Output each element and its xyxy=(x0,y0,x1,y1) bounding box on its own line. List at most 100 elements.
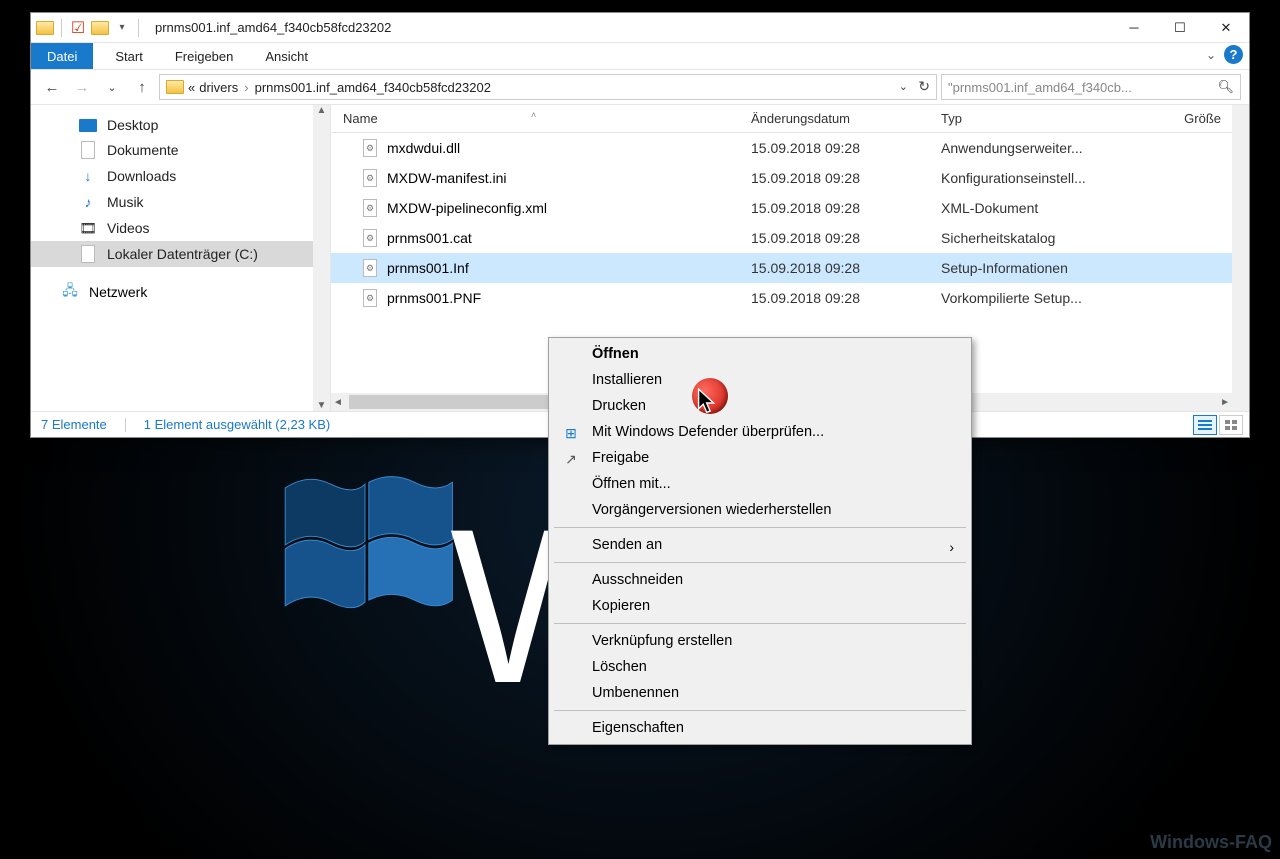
window-title: prnms001.inf_amd64_f340cb58fcd23202 xyxy=(147,20,391,35)
column-type[interactable]: Typ xyxy=(941,111,1156,126)
sidebar-item-localdisk[interactable]: Lokaler Datenträger (C:) xyxy=(31,241,330,267)
close-button[interactable]: ✕ xyxy=(1203,13,1249,43)
sidebar-item-network[interactable]: 🖧Netzwerk xyxy=(31,279,330,305)
ctx-defender[interactable]: ⊞Mit Windows Defender überprüfen... xyxy=(552,419,968,445)
nav-sidebar: Desktop Dokumente ↓Downloads ♪Musik 🎞Vid… xyxy=(31,105,331,411)
tab-share[interactable]: Freigeben xyxy=(159,43,250,69)
nav-recent-button[interactable]: ⌄ xyxy=(99,74,125,100)
file-icon xyxy=(361,169,379,187)
file-icon xyxy=(361,259,379,277)
file-name-label: MXDW-pipelineconfig.xml xyxy=(387,200,547,216)
nav-up-button[interactable]: ↑ xyxy=(129,74,155,100)
breadcrumb-seg-1[interactable]: prnms001.inf_amd64_f340cb58fcd23202 xyxy=(255,80,491,95)
ribbon-tabs: Datei Start Freigeben Ansicht ⌄ ? xyxy=(31,43,1249,69)
file-date-label: 15.09.2018 09:28 xyxy=(751,200,941,216)
ribbon-expand-icon[interactable]: ⌄ xyxy=(1206,48,1216,62)
address-history-icon[interactable]: ⌄ xyxy=(899,80,908,93)
search-icon[interactable]: 🔍︎ xyxy=(1217,79,1234,95)
ctx-properties[interactable]: Eigenschaften xyxy=(552,715,968,741)
download-icon: ↓ xyxy=(79,167,97,185)
disk-icon xyxy=(79,245,97,263)
column-name[interactable]: Name˄ xyxy=(331,111,751,126)
sort-indicator-icon: ˄ xyxy=(531,110,536,120)
view-details-button[interactable] xyxy=(1193,415,1217,435)
minimize-button[interactable]: ─ xyxy=(1111,13,1157,43)
cursor-icon xyxy=(696,388,722,418)
ctx-share[interactable]: ↗Freigabe xyxy=(552,445,968,471)
folder-qat-icon[interactable] xyxy=(90,18,110,38)
folder-icon xyxy=(35,18,55,38)
defender-icon: ⊞ xyxy=(562,424,580,442)
file-date-label: 15.09.2018 09:28 xyxy=(751,170,941,186)
file-name-label: prnms001.Inf xyxy=(387,260,469,276)
context-menu: Öffnen Installieren Drucken ⊞Mit Windows… xyxy=(548,337,972,745)
nav-forward-button[interactable]: → xyxy=(69,74,95,100)
file-row[interactable]: MXDW-pipelineconfig.xml 15.09.2018 09:28X… xyxy=(331,193,1249,223)
file-name-label: prnms001.cat xyxy=(387,230,472,246)
ctx-print[interactable]: Drucken xyxy=(552,393,968,419)
tab-file[interactable]: Datei xyxy=(31,43,93,69)
watermark-text: Windows-FAQ xyxy=(1150,832,1272,853)
sidebar-item-videos[interactable]: 🎞Videos xyxy=(31,215,330,241)
file-row[interactable]: prnms001.PNF 15.09.2018 09:28Vorkompilier… xyxy=(331,283,1249,313)
file-type-label: Anwendungserweiter... xyxy=(941,140,1156,156)
titlebar[interactable]: ☑ ▾ prnms001.inf_amd64_f340cb58fcd23202 … xyxy=(31,13,1249,43)
nav-back-button[interactable]: ← xyxy=(39,74,65,100)
vertical-scrollbar[interactable] xyxy=(1232,105,1249,411)
address-bar[interactable]: « drivers › prnms001.inf_amd64_f340cb58f… xyxy=(159,74,937,100)
status-count: 7 Elemente xyxy=(41,417,107,432)
file-type-label: Setup-Informationen xyxy=(941,260,1156,276)
file-row[interactable]: MXDW-manifest.ini15.09.2018 09:28Konfigu… xyxy=(331,163,1249,193)
status-selection: 1 Element ausgewählt (2,23 KB) xyxy=(144,417,330,432)
ctx-rename[interactable]: Umbenennen xyxy=(552,680,968,706)
ctx-send-to[interactable]: Senden an› xyxy=(552,532,968,558)
share-icon: ↗ xyxy=(562,450,580,468)
sidebar-item-downloads[interactable]: ↓Downloads xyxy=(31,163,330,189)
sidebar-item-documents[interactable]: Dokumente xyxy=(31,137,330,163)
sidebar-item-music[interactable]: ♪Musik xyxy=(31,189,330,215)
sidebar-item-desktop[interactable]: Desktop xyxy=(31,113,330,137)
file-date-label: 15.09.2018 09:28 xyxy=(751,260,941,276)
ctx-restore[interactable]: Vorgängerversionen wiederherstellen xyxy=(552,497,968,523)
ctx-cut[interactable]: Ausschneiden xyxy=(552,567,968,593)
desktop-icon xyxy=(79,119,97,132)
help-icon[interactable]: ? xyxy=(1224,45,1243,64)
ctx-open-with[interactable]: Öffnen mit... xyxy=(552,471,968,497)
search-placeholder: "prnms001.inf_amd64_f340cb... xyxy=(948,80,1132,95)
properties-qat-icon[interactable]: ☑ xyxy=(68,18,88,38)
file-row[interactable]: mxdwdui.dll 15.09.2018 09:28Anwendungserw… xyxy=(331,133,1249,163)
ctx-shortcut[interactable]: Verknüpfung erstellen xyxy=(552,628,968,654)
ctx-copy[interactable]: Kopieren xyxy=(552,593,968,619)
windows-logo-icon xyxy=(270,450,460,640)
address-folder-icon xyxy=(166,80,184,94)
refresh-icon[interactable]: ↻ xyxy=(918,78,930,95)
video-icon: 🎞 xyxy=(79,219,97,237)
file-icon xyxy=(361,139,379,157)
column-header-row: Name˄ Änderungsdatum Typ Größe xyxy=(331,105,1249,133)
file-type-label: Vorkompilierte Setup... xyxy=(941,290,1156,306)
ctx-open[interactable]: Öffnen xyxy=(552,341,968,367)
search-input[interactable]: "prnms001.inf_amd64_f340cb... 🔍︎ xyxy=(941,74,1241,100)
ctx-install[interactable]: Installieren xyxy=(552,367,968,393)
file-row[interactable]: prnms001.Inf 15.09.2018 09:28Setup-Inform… xyxy=(331,253,1249,283)
breadcrumb-seg-0[interactable]: drivers xyxy=(199,80,238,95)
file-type-label: XML-Dokument xyxy=(941,200,1156,216)
ctx-delete[interactable]: Löschen xyxy=(552,654,968,680)
document-icon xyxy=(79,141,97,159)
qat-dropdown-icon[interactable]: ▾ xyxy=(112,18,132,38)
file-type-label: Konfigurationseinstell... xyxy=(941,170,1156,186)
column-date[interactable]: Änderungsdatum xyxy=(751,111,941,126)
file-name-label: prnms001.PNF xyxy=(387,290,481,306)
view-large-button[interactable] xyxy=(1219,415,1243,435)
maximize-button[interactable]: ☐ xyxy=(1157,13,1203,43)
music-icon: ♪ xyxy=(79,193,97,211)
network-icon: 🖧 xyxy=(61,283,79,301)
tab-start[interactable]: Start xyxy=(99,43,158,69)
file-date-label: 15.09.2018 09:28 xyxy=(751,290,941,306)
file-name-label: mxdwdui.dll xyxy=(387,140,460,156)
sidebar-scrollbar[interactable]: ▲▼ xyxy=(313,105,330,411)
tab-view[interactable]: Ansicht xyxy=(249,43,324,69)
file-row[interactable]: prnms001.cat15.09.2018 09:28Sicherheitsk… xyxy=(331,223,1249,253)
nav-toolbar: ← → ⌄ ↑ « drivers › prnms001.inf_amd64_f… xyxy=(31,69,1249,105)
file-date-label: 15.09.2018 09:28 xyxy=(751,140,941,156)
